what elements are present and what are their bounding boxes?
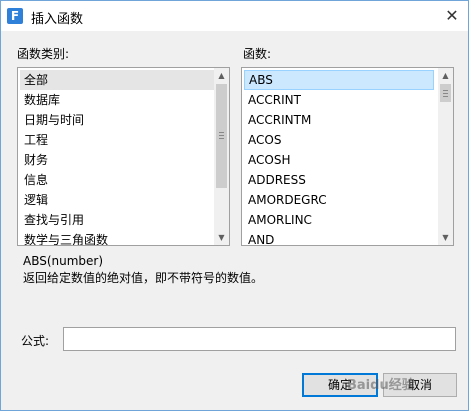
- app-logo-icon: F: [7, 8, 23, 24]
- scroll-down-icon[interactable]: ▼: [438, 230, 453, 245]
- function-list-item[interactable]: ACOS: [244, 130, 438, 150]
- function-list-item[interactable]: ABS: [244, 70, 434, 90]
- category-list-item[interactable]: 全部: [20, 70, 214, 90]
- function-signature: ABS(number): [23, 254, 104, 268]
- category-listbox[interactable]: 全部 数据库 日期与时间 工程 财务 信息 逻辑 查找与引用 数学与三角函数 ▲ ▼: [17, 67, 230, 246]
- category-list-item[interactable]: 财务: [20, 150, 214, 170]
- scroll-up-icon[interactable]: ▲: [438, 68, 453, 83]
- insert-function-dialog: F 插入函数 ✕ 函数类别: 函数: 全部 数据库 日期与时间 工程 财务 信息 逻辑 查找与…: [0, 0, 469, 411]
- function-list-item[interactable]: ACOSH: [244, 150, 438, 170]
- functions-label: 函数:: [243, 47, 272, 61]
- category-list-item[interactable]: 数据库: [20, 90, 214, 110]
- function-list-item[interactable]: AMORDEGRC: [244, 190, 438, 210]
- scroll-thumb[interactable]: [440, 84, 451, 102]
- scroll-down-icon[interactable]: ▼: [214, 230, 229, 245]
- category-list-item[interactable]: 逻辑: [20, 190, 214, 210]
- watermark-logo: Baidu经验: [347, 378, 415, 393]
- function-list-item[interactable]: ADDRESS: [244, 170, 438, 190]
- function-description: 返回给定数值的绝对值，即不带符号的数值。: [23, 271, 264, 285]
- window-title: 插入函数: [31, 12, 84, 27]
- function-list-item[interactable]: AND: [244, 230, 438, 245]
- scroll-up-icon[interactable]: ▲: [214, 68, 229, 83]
- functions-listbox[interactable]: ABS ACCRINT ACCRINTM ACOS ACOSH ADDRESS AMORDE…: [241, 67, 454, 246]
- functions-scrollbar[interactable]: ▲ ▼: [438, 68, 453, 245]
- function-list-item[interactable]: ACCRINTM: [244, 110, 438, 130]
- category-list-item[interactable]: 日期与时间: [20, 110, 214, 130]
- category-list-item[interactable]: 数学与三角函数: [20, 230, 214, 245]
- scroll-thumb[interactable]: [216, 84, 227, 188]
- category-list-item[interactable]: 查找与引用: [20, 210, 214, 230]
- category-list-item[interactable]: 信息: [20, 170, 214, 190]
- category-label: 函数类别:: [17, 47, 70, 61]
- formula-input[interactable]: [63, 327, 456, 351]
- category-scrollbar[interactable]: ▲ ▼: [214, 68, 229, 245]
- category-list-item[interactable]: 工程: [20, 130, 214, 150]
- title-bar: F 插入函数 ✕: [1, 1, 468, 31]
- function-list-item[interactable]: ACCRINT: [244, 90, 438, 110]
- function-list-item[interactable]: AMORLINC: [244, 210, 438, 230]
- formula-label: 公式:: [21, 334, 50, 348]
- close-button[interactable]: ✕: [442, 6, 462, 26]
